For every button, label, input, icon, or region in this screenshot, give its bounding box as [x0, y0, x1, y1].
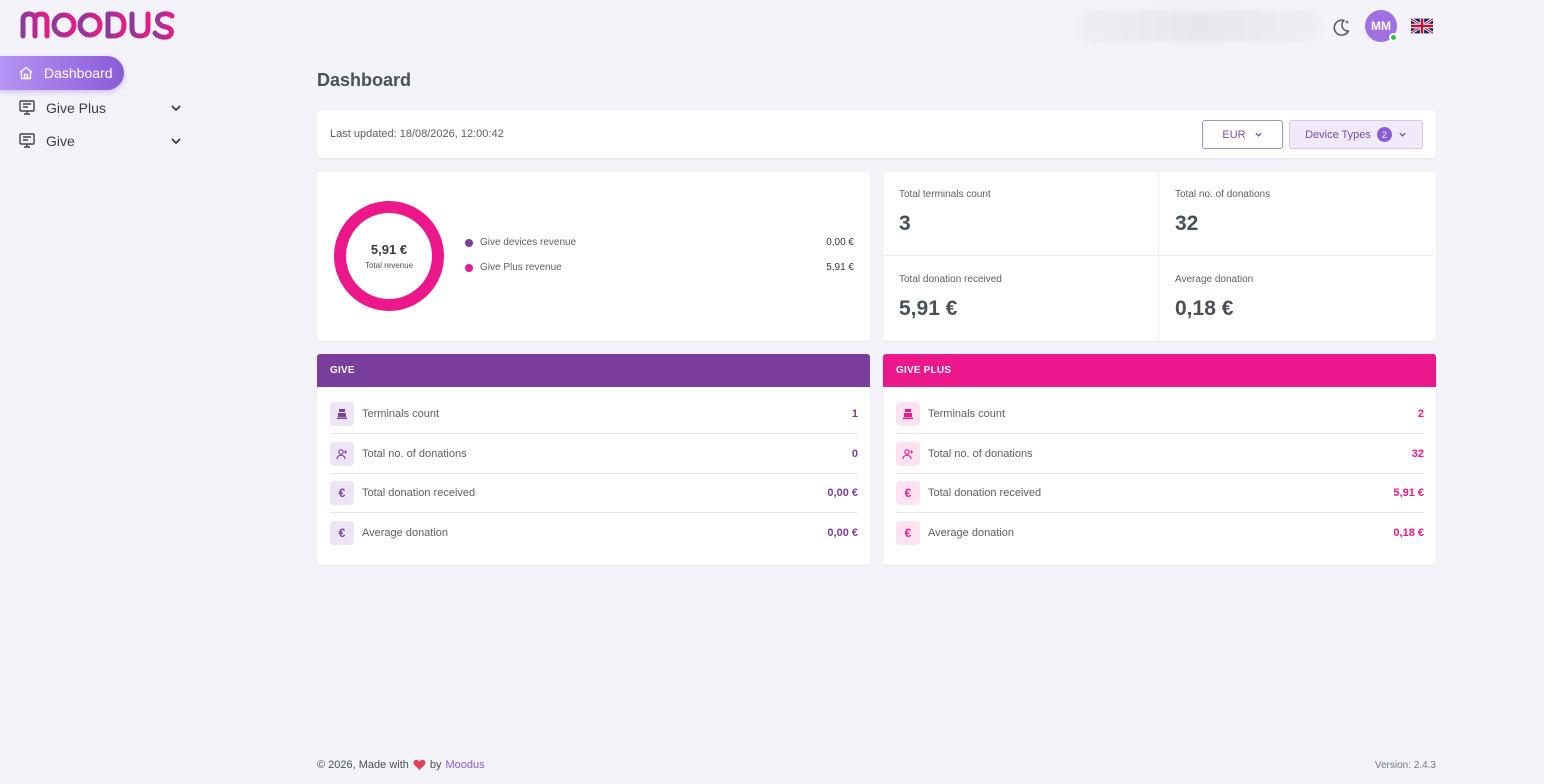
moon-icon — [1333, 19, 1350, 36]
sidebar-item-label: Give Plus — [46, 100, 106, 116]
legend-dot — [465, 238, 473, 247]
legend-label: Give devices revenue — [480, 237, 577, 248]
heart-icon — [413, 759, 426, 770]
card-header: GIVE — [317, 354, 870, 387]
search-field[interactable] — [1078, 10, 1320, 42]
row-value: 0,18 € — [1393, 526, 1424, 539]
moodus-logo[interactable] — [20, 8, 196, 44]
list-item: Terminals count 1 — [330, 395, 858, 434]
card-header: GIVE PLUS — [883, 354, 1436, 387]
stat-total-terminals: Total terminals count 3 — [883, 172, 1159, 256]
home-icon — [19, 66, 33, 80]
sidebar-item-dashboard[interactable]: Dashboard — [0, 56, 124, 90]
last-updated-text: Last updated: 18/08/2026, 12:00:42 — [330, 128, 504, 140]
sidebar-item-label: Give — [46, 133, 75, 149]
revenue-card: 5,91 € Total revenue — [317, 172, 870, 341]
row-value: 0,00 € — [827, 487, 858, 499]
legend-give-devices: Give devices revenue 0,00 € — [465, 237, 854, 248]
stat-label: Total terminals count — [899, 189, 991, 200]
device-types-label: Device Types — [1305, 128, 1371, 141]
stat-total-donations: Total no. of donations 32 — [1159, 172, 1435, 256]
device-types-count-badge: 2 — [1376, 127, 1392, 142]
chevron-down-icon — [1399, 132, 1406, 137]
dark-mode-toggle[interactable] — [1330, 16, 1352, 38]
user-plus-icon — [896, 442, 920, 466]
terminal-icon — [19, 100, 35, 115]
sidebar-item-give[interactable]: Give — [18, 128, 182, 154]
legend-give-plus: Give Plus revenue 5,91 € — [465, 262, 854, 273]
list-item: Terminals count 2 — [896, 395, 1424, 434]
row-label: Average donation — [362, 526, 449, 539]
cash-register-icon — [330, 402, 354, 426]
user-avatar[interactable]: MM — [1365, 10, 1398, 42]
stat-value: 32 — [1175, 212, 1199, 235]
euro-icon: € — [330, 481, 354, 505]
give-summary-card: GIVE Terminals count 1 Total no. of dona… — [317, 354, 870, 565]
legend-dot — [465, 263, 473, 272]
currency-label: EUR — [1222, 128, 1246, 141]
euro-icon: € — [330, 520, 354, 545]
user-plus-icon — [330, 442, 354, 466]
moodus-link[interactable]: Moodus — [446, 759, 485, 771]
row-label: Average donation — [928, 526, 1015, 539]
list-item: Total no. of donations 32 — [896, 435, 1424, 474]
euro-icon: € — [896, 481, 920, 505]
list-item: € Total donation received 5,91 € — [896, 474, 1424, 513]
stat-label: Average donation — [1175, 274, 1254, 285]
logo-mark — [20, 11, 175, 40]
list-item: € Average donation 0,00 € — [330, 513, 858, 552]
device-types-dropdown[interactable]: Device Types 2 — [1289, 120, 1423, 149]
by-text: by — [429, 759, 442, 771]
stat-label: Total no. of donations — [1175, 189, 1271, 200]
terminal-icon — [19, 133, 35, 148]
chevron-down-icon — [171, 105, 181, 112]
euro-icon: € — [896, 520, 920, 545]
list-item: € Average donation 0,18 € — [896, 513, 1424, 552]
chevron-down-icon — [1254, 132, 1262, 137]
stat-label: Total donation received — [899, 274, 1002, 285]
stat-value: 5,91 € — [899, 297, 958, 320]
row-label: Total donation received — [928, 487, 1042, 499]
sidebar-item-give-plus[interactable]: Give Plus — [18, 95, 182, 121]
currency-dropdown[interactable]: EUR — [1202, 120, 1283, 149]
row-value: 32 — [1411, 448, 1424, 460]
legend-value: 5,91 € — [826, 262, 854, 273]
row-value: 1 — [851, 408, 858, 420]
footer-copyright: © 2026, Made with by Moodus — [317, 759, 485, 771]
list-item: Total no. of donations 0 — [330, 435, 858, 474]
row-value: 0,00 € — [827, 526, 858, 539]
total-revenue-value: 5,91 € — [370, 242, 408, 257]
row-value: 5,91 € — [1393, 487, 1424, 499]
page-title: Dashboard — [317, 70, 412, 90]
stat-value: 3 — [899, 212, 911, 235]
stats-card: Total terminals count 3 Total no. of don… — [883, 172, 1436, 341]
cash-register-icon — [896, 402, 920, 426]
copyright-text: © 2026, Made with — [317, 759, 409, 771]
chevron-down-icon — [171, 138, 181, 145]
stat-total-received: Total donation received 5,91 € — [883, 257, 1159, 341]
row-value: 2 — [1417, 408, 1424, 420]
legend-value: 0,00 € — [826, 237, 854, 248]
give-plus-summary-card: GIVE PLUS Terminals count 2 Total no. of… — [883, 354, 1436, 565]
uk-flag-icon — [1411, 18, 1433, 34]
row-value: 0 — [851, 448, 858, 460]
list-item: € Total donation received 0,00 € — [330, 474, 858, 513]
avatar-initials: MM — [1371, 19, 1391, 33]
filter-bar: Last updated: 18/08/2026, 12:00:42 EUR D… — [317, 110, 1436, 158]
row-label: Terminals count — [928, 408, 1006, 420]
online-status-indicator — [1389, 33, 1398, 42]
version-text: Version: 2.4.3 — [1374, 760, 1436, 771]
row-label: Total donation received — [362, 487, 476, 499]
row-label: Total no. of donations — [928, 448, 1033, 460]
total-revenue-label: Total revenue — [364, 261, 414, 270]
stat-average-donation: Average donation 0,18 € — [1159, 257, 1435, 341]
row-label: Terminals count — [362, 408, 440, 420]
stat-value: 0,18 € — [1175, 297, 1234, 320]
sidebar-item-label: Dashboard — [44, 65, 113, 81]
language-selector[interactable] — [1411, 18, 1433, 34]
legend-label: Give Plus revenue — [480, 262, 562, 273]
row-label: Total no. of donations — [362, 448, 467, 460]
